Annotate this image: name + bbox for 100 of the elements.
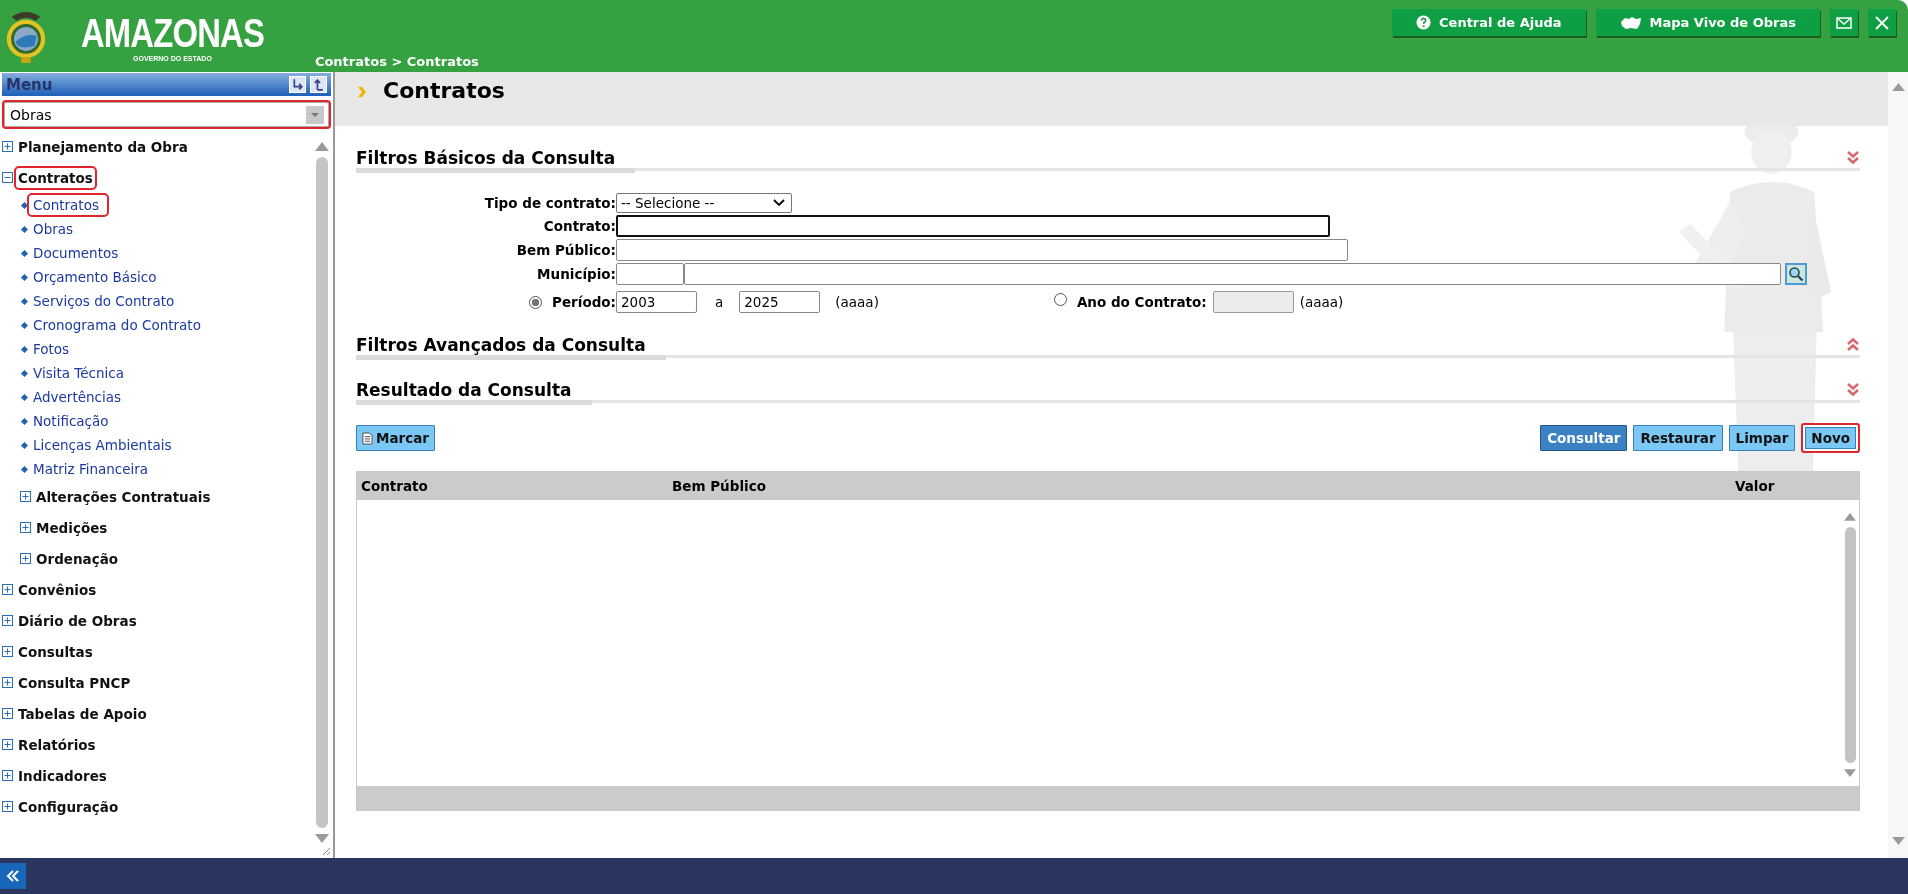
expand-icon[interactable] [2,770,13,781]
menu-group[interactable]: Ordenação [32,546,123,571]
column-header[interactable]: Valor [1731,478,1859,494]
section-title[interactable]: Resultado da Consulta [356,380,592,405]
menu-group[interactable]: Consulta PNCP [14,670,135,695]
expand-icon[interactable] [20,491,31,502]
help-icon [1416,15,1432,30]
menu-item[interactable]: Obras [27,217,84,241]
resize-grip-icon[interactable] [321,846,331,856]
field-label: Tipo de contrato: [483,195,616,211]
menu-group[interactable]: Configuração [14,794,123,819]
bullet-icon [20,273,29,281]
menu-item[interactable]: Serviços do Contrato [27,289,185,313]
scroll-down-icon[interactable] [1844,769,1856,778]
format-hint: (aaaa) [835,294,879,310]
expand-icon[interactable] [2,646,13,657]
bullet-icon [20,417,29,425]
bullet-icon [20,297,29,305]
search-button[interactable] [1785,263,1807,285]
scroll-up-icon[interactable] [315,141,329,151]
expand-icon[interactable] [2,615,13,626]
menu-item[interactable]: Contratos [27,193,109,217]
menu-item[interactable]: Notificação [27,409,119,433]
column-header[interactable]: Contrato [357,478,668,494]
collapse-icon[interactable] [2,172,13,183]
action-button[interactable]: Limpar [1728,425,1796,451]
breadcrumb: Contratos > Contratos [314,54,479,69]
module-select[interactable]: Obras [2,100,331,129]
double-chevron-down-icon[interactable] [1846,382,1860,398]
expand-icon[interactable] [2,708,13,719]
arrow-up-icon[interactable] [310,76,327,93]
scrollbar[interactable] [1888,72,1908,858]
input-field[interactable]: 2025 [739,291,821,313]
menu-group[interactable]: Tabelas de Apoio [14,701,151,726]
expand-icon[interactable] [2,801,13,812]
menu-item[interactable]: Documentos [27,241,129,265]
menu-group[interactable]: Contratos [14,165,97,190]
mark-button[interactable]: Marcar [356,425,435,451]
expand-icon[interactable] [20,553,31,564]
contract-type-select[interactable]: -- Selecione -- [616,193,792,213]
menu-group[interactable]: Medições [32,515,112,540]
double-chevron-left-icon [6,870,20,882]
menu-item[interactable]: Matriz Financeira [27,457,159,481]
bullet-icon [20,393,29,401]
menu-group[interactable]: Consultas [14,639,97,664]
arrow-return-icon[interactable] [289,76,306,93]
input-field[interactable] [616,239,1348,261]
expand-icon[interactable] [2,677,13,688]
double-chevron-down-icon[interactable] [1846,150,1860,166]
action-button[interactable]: Novo [1801,423,1860,453]
radio-button[interactable] [1053,292,1067,306]
collapse-sidebar-button[interactable] [0,863,26,889]
radio-button[interactable] [529,295,543,309]
menu-item[interactable]: Cronograma do Contrato [27,313,211,337]
bullet-icon [20,441,29,449]
expand-icon[interactable] [20,522,31,533]
input-field[interactable] [684,263,1781,285]
bullet-icon [20,369,29,377]
column-header[interactable]: Bem Público [668,478,1731,494]
menu-item[interactable]: Licenças Ambientais [27,433,182,457]
expand-icon[interactable] [2,739,13,750]
scroll-down-icon[interactable] [315,834,329,844]
menu-item[interactable]: Fotos [27,337,80,361]
menu-item[interactable]: Visita Técnica [27,361,134,385]
menu-group[interactable]: Convênios [14,577,101,602]
menu-group[interactable]: Alterações Contratuais [32,484,215,509]
menu-group[interactable]: Planejamento da Obra [14,134,192,159]
chevron-down-icon [773,199,785,207]
field-label: Município: [536,266,616,282]
scroll-up-icon[interactable] [1844,512,1856,521]
field-label: Contrato: [542,218,616,234]
menu-item[interactable]: Orçamento Básico [27,265,167,289]
expand-icon[interactable] [2,584,13,595]
bullet-icon [20,465,29,473]
bullet-icon [20,321,29,329]
scroll-down-icon[interactable] [1891,837,1905,846]
action-button[interactable]: Restaurar [1633,425,1723,451]
action-button[interactable]: Consultar [1540,425,1628,451]
document-icon [362,431,373,445]
bullet-icon [20,201,29,209]
menu-group[interactable]: Diário de Obras [14,608,141,633]
map-shape-icon [1619,15,1642,30]
field-label: Ano do Contrato: [1076,294,1207,310]
bullet-icon [20,345,29,353]
input-field[interactable] [616,263,684,285]
scroll-up-icon[interactable] [1891,82,1905,91]
section-title[interactable]: Filtros Básicos da Consulta [356,148,636,173]
section-title[interactable]: Filtros Avançados da Consulta [356,335,666,360]
menu-group[interactable]: Indicadores [14,763,111,788]
input-field[interactable]: 2003 [616,291,697,313]
expand-icon[interactable] [2,141,13,152]
format-hint: (aaaa) [1299,294,1344,310]
close-button[interactable] [1868,9,1896,36]
input-field[interactable] [616,215,1330,237]
double-chevron-up-icon[interactable] [1846,337,1860,353]
field-label: Período: [552,294,616,310]
menu-item[interactable]: Advertências [27,385,132,409]
menu-group[interactable]: Relatórios [14,732,100,757]
search-icon [1788,266,1804,282]
mail-button[interactable] [1830,9,1858,36]
